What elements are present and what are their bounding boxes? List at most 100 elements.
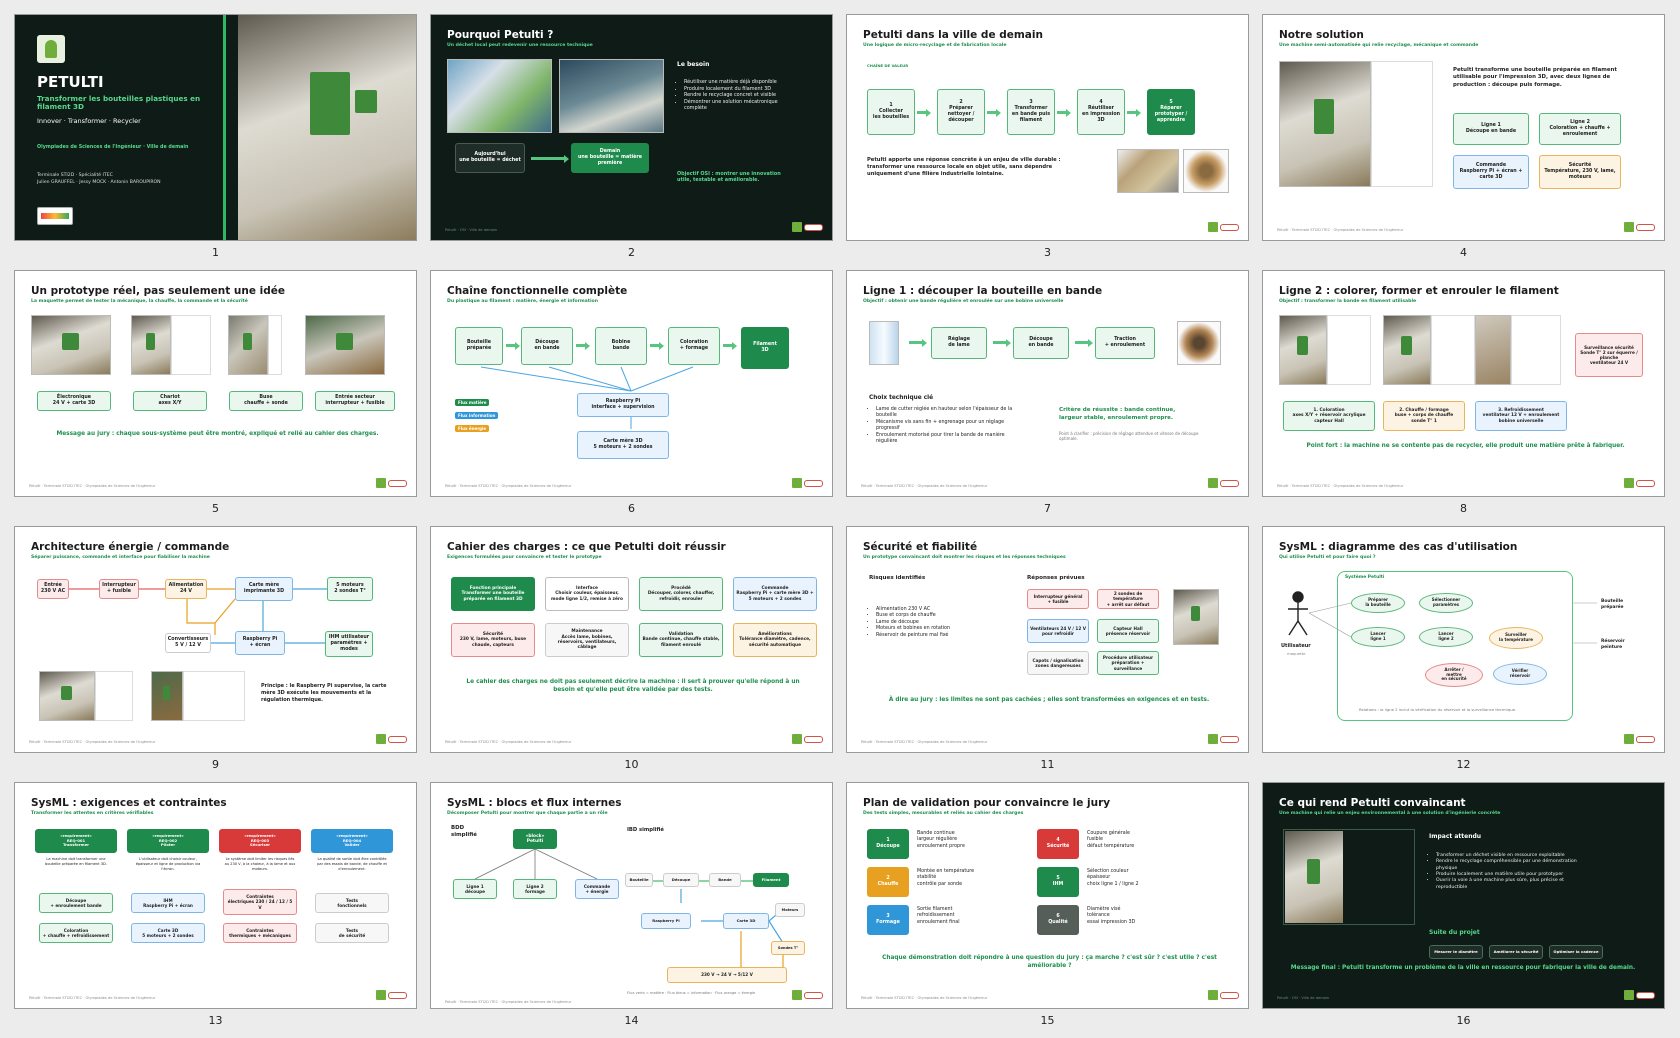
school-logo-icon (804, 736, 823, 743)
slide-thumbnail-8[interactable]: Ligne 2 : colorer, former et enrouler le… (1262, 270, 1665, 497)
spec-box: Maintenance Accès lame, bobines, réservo… (545, 623, 629, 657)
requirement-sub: Coloration + chauffe + refroidissement (39, 923, 113, 943)
information-links (480, 366, 694, 429)
need-item: Réutiliser une matière déjà disponible (684, 79, 787, 86)
output-label: Réservoir peinture (1601, 639, 1625, 650)
leaf-logo-icon (1624, 990, 1634, 1000)
school-logo-icon (804, 992, 823, 999)
test-id: 5 IHM (1037, 867, 1079, 897)
arrow (993, 338, 1011, 347)
jury-message: À dire au jury : les limites ne sont pas… (888, 697, 1210, 703)
osi-objective: Objectif OSI : montrer une innovation ut… (677, 171, 781, 184)
leaf-logo-icon (1208, 478, 1218, 488)
solution-text: Petulti transforme une bouteille préparé… (1453, 67, 1617, 88)
slide-subtitle: Objectif : transformer la bande en filam… (1279, 299, 1417, 304)
slide-thumbnail-5[interactable]: Un prototype réel, pas seulement une idé… (14, 270, 417, 497)
spec-box: Procédé Découper, colorer, chauffer, ref… (639, 577, 723, 611)
footer: Petulti · Terminale STI2D ITEC · Olympia… (1277, 228, 1404, 232)
ocean-waste-photo (559, 59, 664, 133)
slide-subtitle: Un prototype convaincant doit montrer le… (863, 555, 1066, 560)
psu-box: Alimentation 24 V (165, 579, 207, 599)
slide-thumbnail-7[interactable]: Ligne 1 : découper la bouteille en bande… (846, 270, 1249, 497)
leaf-logo-icon (792, 222, 802, 232)
heating-photo (1383, 315, 1431, 385)
photo-frame (1431, 315, 1475, 385)
machine-photo (238, 15, 416, 240)
success-criterion: Critère de réussite : bande continue, la… (1059, 407, 1176, 421)
slide-thumbnail-9[interactable]: Architecture énergie / commande Séparer … (14, 526, 417, 753)
slide-title: Notre solution (1279, 29, 1364, 41)
answer-box: Interrupteur général + fusible (1027, 589, 1089, 609)
slide-thumbnail-16[interactable]: Ce qui rend Petulti convaincant Une mach… (1262, 782, 1665, 1009)
leaf-logo-icon (792, 734, 802, 744)
requirement-desc: La machine doit transformer une bouteill… (45, 857, 107, 866)
raspberry-pi-box: Raspberry Pi interface + supervision (577, 393, 669, 417)
strength-message: Point fort : la machine ne se contente p… (1306, 443, 1625, 449)
need-item: Rendre le recyclage concret et visible (684, 92, 787, 99)
slide-sorter-grid: PETULTI Transformer les bouteilles plast… (14, 14, 1666, 1038)
spec-box: Validation Bande continue, chauffe stabl… (639, 623, 723, 657)
school-logo-icon (1220, 480, 1239, 487)
leaf-logo-icon (792, 990, 802, 1000)
test-lines: Montée en température stabilité contrôle… (917, 869, 975, 887)
slide-thumbnail-14[interactable]: SysML : blocs et flux internes Décompose… (430, 782, 833, 1009)
slide-thumbnail-11[interactable]: Sécurité et fiabilité Un prototype conva… (846, 526, 1249, 753)
slide-thumbnail-3[interactable]: Petulti dans la ville de demain Une logi… (846, 14, 1249, 241)
school-logo-icon (1636, 224, 1655, 231)
school-logo-icon (388, 736, 407, 743)
slide-number: 6 (628, 502, 635, 515)
bdd-part: Commande + énergie (575, 879, 619, 899)
3d-prints-photo (1117, 149, 1179, 193)
accent-divider (223, 15, 226, 240)
slide-number: 12 (1456, 758, 1471, 771)
value-text: Petulti apporte une réponse concrète à u… (867, 157, 1061, 178)
prototype-caption: Buse chauffe + sonde (229, 391, 303, 411)
ibd-flow: Bouteille (625, 873, 653, 887)
slide-thumbnail-2[interactable]: Pourquoi Petulti ? Un déchet local peut … (430, 14, 833, 241)
slide-subtitle: Transformer les bouteilles plastiques en… (37, 94, 201, 111)
risks-list: Alimentation 230 V AC Buse et corps de c… (869, 607, 989, 639)
spool-photo (1177, 321, 1221, 365)
slide-thumbnail-1[interactable]: PETULTI Transformer les bouteilles plast… (14, 14, 417, 241)
slide-cell: SysML : diagramme des cas d'utilisation … (1262, 526, 1665, 782)
slide-number: 10 (624, 758, 639, 771)
slide-title: Ligne 1 : découper la bouteille en bande (863, 285, 1103, 297)
slide-thumbnail-15[interactable]: Plan de validation pour convaincre le ju… (846, 782, 1249, 1009)
slide-thumbnail-10[interactable]: Cahier des charges : ce que Petulti doit… (430, 526, 833, 753)
requirement-head: «requirement» REQ-001 Transformer (35, 829, 117, 853)
petulti-logo-icon (37, 35, 65, 63)
answer-box: Procédure utilisateur préparation + surv… (1097, 651, 1159, 675)
slide-thumbnail-4[interactable]: Notre solution Une machine semi-automati… (1262, 14, 1665, 241)
slide-subtitle: Objectif : obtenir une bande régulière e… (863, 299, 1064, 304)
slide-cell: Plan de validation pour convaincre le ju… (846, 782, 1249, 1038)
choice-title: Choix technique clé (869, 395, 934, 401)
legend-information: Flux information (455, 412, 499, 419)
school-logo-icon (1220, 224, 1239, 231)
answer-box: 2 sondes de température + arrêt sur défa… (1097, 589, 1159, 609)
slide-subtitle: Une machine qui relie un enjeu environne… (1279, 811, 1501, 816)
slide-thumbnail-13[interactable]: SysML : exigences et contraintes Transfo… (14, 782, 417, 1009)
school-logo (37, 207, 73, 225)
impact-item: Ouvrir la voie à une machine plus sûre, … (1436, 878, 1579, 891)
slide-subtitle: Transformer les attentes en critères vér… (31, 811, 154, 816)
answer-box: Capots / signalisation zones dangereuses (1027, 651, 1089, 675)
hmi-box: IHM utilisateur paramètres + modes (325, 631, 373, 657)
slide-number: 4 (1460, 246, 1467, 259)
slide-number: 15 (1040, 1014, 1055, 1027)
line2-caption: 3. Refroidissement ventilateur 12 V + en… (1475, 401, 1567, 431)
slide-subtitle: Une logique de micro-recyclage et de fab… (863, 43, 1007, 48)
impact-item: Rendre le recyclage compréhensible par u… (1436, 859, 1579, 872)
arrow (1057, 108, 1071, 117)
tomorrow-box: Demain une bouteille = matière première (571, 143, 649, 173)
leaf-logo-icon (376, 478, 386, 488)
need-title: Le besoin (677, 61, 710, 68)
next-step: Optimiser la cadence (1549, 945, 1603, 959)
requirement-sub: Carte 3D 5 moteurs + 2 sondes (131, 923, 205, 943)
slide-thumbnail-6[interactable]: Chaîne fonctionnelle complète Du plastiq… (430, 270, 833, 497)
slide-subtitle: Exigences formulées pour convaincre et t… (447, 555, 602, 560)
slide-number: 14 (624, 1014, 639, 1027)
slide-cell: PETULTI Transformer les bouteilles plast… (14, 14, 417, 270)
slide-thumbnail-12[interactable]: SysML : diagramme des cas d'utilisation … (1262, 526, 1665, 753)
choice-list: Lame de cutter réglée en hauteur selon l… (869, 407, 1019, 446)
spec-box: Améliorations Tolérance diamètre, cadenc… (733, 623, 817, 657)
